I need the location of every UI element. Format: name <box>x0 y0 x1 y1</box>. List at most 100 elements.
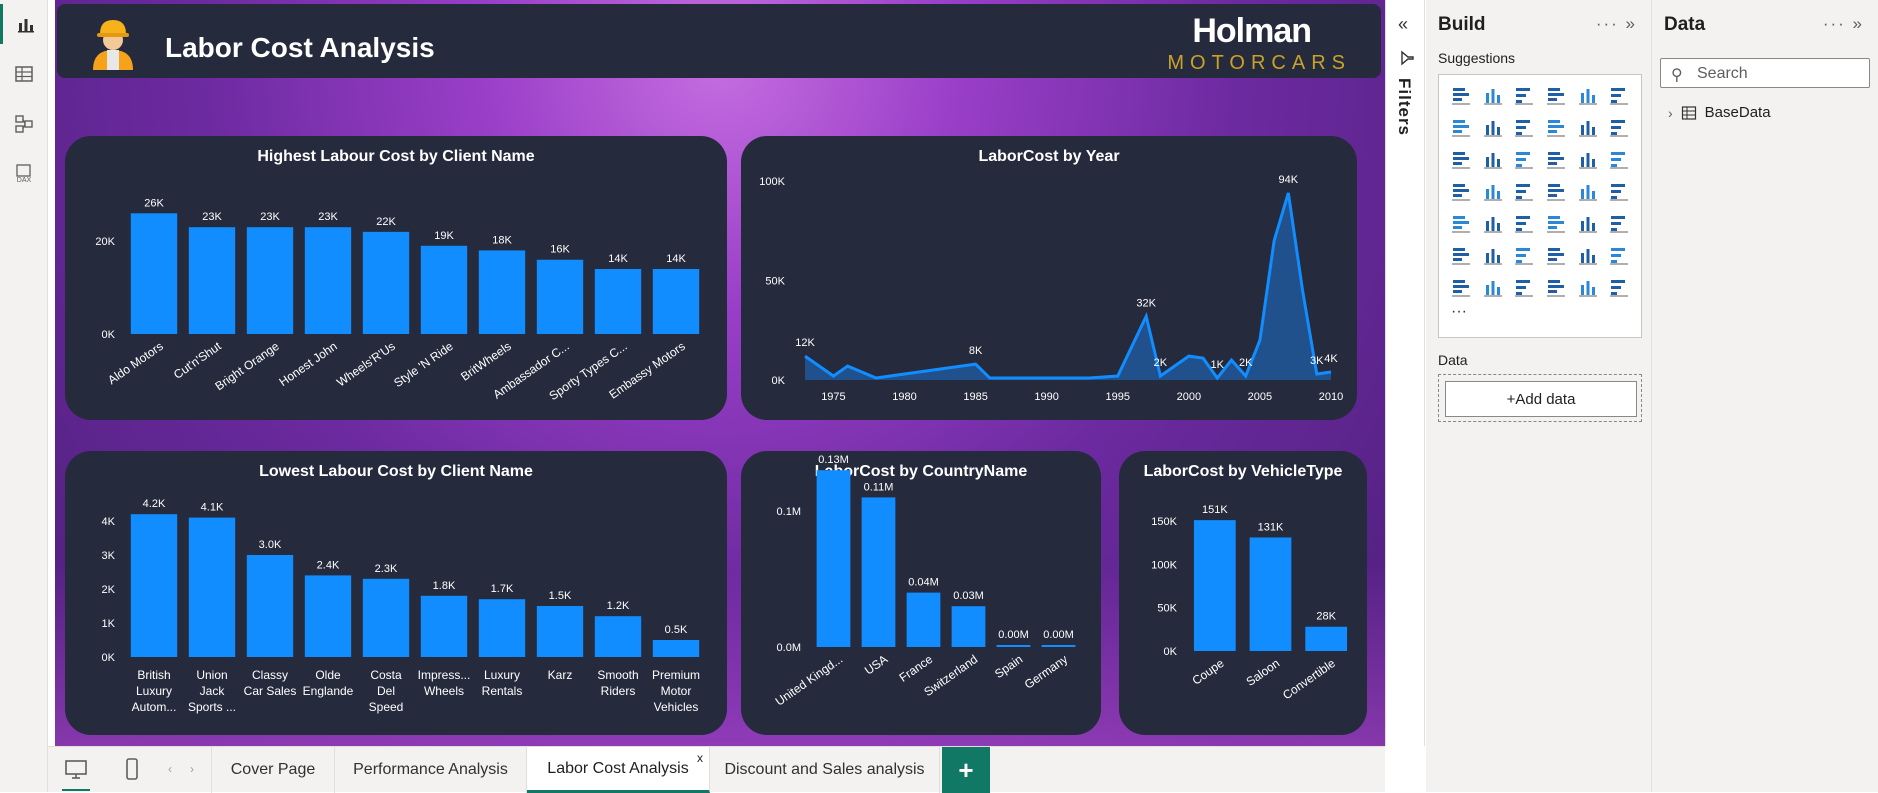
paginated-report-icon[interactable] <box>1445 271 1477 303</box>
x-tick-label: Spain <box>992 652 1025 681</box>
tab-label: Discount and Sales analysis <box>724 761 925 778</box>
expand-right-icon[interactable]: » <box>1626 14 1637 33</box>
qa-icon[interactable] <box>1540 239 1572 271</box>
multi-row-card-icon[interactable] <box>1445 207 1477 239</box>
scroll-right-icon[interactable]: › <box>178 755 206 783</box>
laborcost-by-year-chart[interactable]: LaborCost by Year 0K 50K 100K 1975 1980 1985 1… <box>741 136 1357 420</box>
kpi-icon-glyph <box>1483 217 1502 233</box>
100-stacked-column-icon[interactable] <box>1603 79 1635 111</box>
filters-pane[interactable]: « Filters <box>1385 0 1425 746</box>
decomposition-tree-icon[interactable] <box>1508 239 1540 271</box>
stacked-area-icon[interactable] <box>1508 111 1540 143</box>
highest-labour-cost-chart[interactable]: Highest Labour Cost by Client Name 0K 20K… <box>65 136 727 420</box>
laborcost-by-vehicletype-plot: 0K 50K 100K 150K 151K Coupe 131K Saloon 28K Conve… <box>1151 504 1348 702</box>
gauge-icon[interactable] <box>1572 175 1604 207</box>
glyph-bar <box>1452 280 1465 283</box>
r-visual-icon[interactable] <box>1603 207 1635 239</box>
bar <box>1193 520 1236 651</box>
glyph-axis <box>1578 135 1597 137</box>
glyph-bar <box>1547 162 1557 165</box>
100-stacked-column-icon-glyph <box>1610 88 1629 105</box>
clustered-bar-icon[interactable] <box>1508 79 1540 111</box>
more-options-icon[interactable]: ··· <box>1596 14 1619 33</box>
smart-narrative-icon[interactable] <box>1572 239 1604 271</box>
laborcost-by-vehicletype-chart[interactable]: LaborCost by VehicleType 0K 50K 100K 150K 15… <box>1119 451 1367 735</box>
y-tick-label: 0K <box>102 652 116 664</box>
glyph-bar <box>1452 125 1469 128</box>
glyph-bar <box>1591 255 1595 263</box>
line-chart-icon[interactable] <box>1445 111 1477 143</box>
chevron-visual-icon[interactable] <box>1603 271 1635 303</box>
tab-labor-cost-analysis[interactable]: Labor Cost Analysis x <box>527 747 710 793</box>
model-view-icon[interactable] <box>0 104 48 144</box>
power-bi-visual-icon-glyph <box>1578 281 1597 297</box>
desktop-view-icon[interactable] <box>62 755 90 783</box>
tab-cover-page[interactable]: Cover Page <box>211 747 335 793</box>
more-options-icon[interactable]: ··· <box>1823 14 1846 33</box>
bar <box>478 599 526 657</box>
waterfall-icon[interactable] <box>1445 143 1477 175</box>
funnel-icon[interactable] <box>1508 143 1540 175</box>
area-chart-icon[interactable] <box>1477 111 1509 143</box>
donut-chart-icon[interactable] <box>1603 143 1635 175</box>
pie-chart-icon[interactable] <box>1572 143 1604 175</box>
more-visuals-icon[interactable]: ··· <box>1445 303 1635 327</box>
power-apps-icon[interactable] <box>1477 271 1509 303</box>
stacked-bar-icon[interactable] <box>1445 79 1477 111</box>
metrics-icon[interactable] <box>1603 239 1635 271</box>
data-actions[interactable]: ··· » <box>1823 14 1864 34</box>
dax-query-icon[interactable]: DAX <box>0 154 48 194</box>
line-column-icon-glyph <box>1578 121 1597 137</box>
table-view-icon[interactable] <box>0 54 48 94</box>
chevron-right-icon[interactable]: › <box>1668 105 1673 121</box>
key-influencers-icon[interactable] <box>1477 239 1509 271</box>
dax-label: DAX <box>17 177 32 184</box>
y-tick-label: 0K <box>772 375 786 387</box>
add-data-button[interactable]: +Add data <box>1445 381 1637 417</box>
line-column-icon[interactable] <box>1572 111 1604 143</box>
slicer-icon-glyph <box>1515 216 1534 233</box>
add-page-button[interactable]: + <box>942 747 990 793</box>
100-stacked-bar-icon[interactable] <box>1572 79 1604 111</box>
filled-map-icon[interactable] <box>1508 175 1540 207</box>
tab-discount-and-sales[interactable]: Discount and Sales analysis <box>710 747 940 793</box>
lowest-labour-cost-chart[interactable]: Lowest Labour Cost by Client Name 0K 1K 2K… <box>65 451 727 735</box>
area-fill <box>805 192 1331 380</box>
scatter-icon[interactable] <box>1540 143 1572 175</box>
treemap-icon[interactable] <box>1445 175 1477 207</box>
search-input[interactable]: ⚲ Search <box>1660 58 1870 88</box>
slicer-icon[interactable] <box>1508 207 1540 239</box>
tab-performance-analysis[interactable]: Performance Analysis <box>335 747 527 793</box>
table-item-basedata[interactable]: › BaseData <box>1668 104 1771 121</box>
clustered-column-icon[interactable] <box>1540 79 1572 111</box>
glyph-bar <box>1591 159 1595 167</box>
card-icon[interactable] <box>1603 175 1635 207</box>
azure-map-icon[interactable] <box>1540 175 1572 207</box>
report-view-icon[interactable] <box>0 4 48 44</box>
stacked-column-icon[interactable] <box>1477 79 1509 111</box>
x-tick-label: Style 'N Ride <box>391 339 456 390</box>
glyph-bar <box>1452 93 1469 96</box>
build-actions[interactable]: ··· » <box>1596 14 1637 34</box>
table-icon[interactable] <box>1540 207 1572 239</box>
power-automate-icon[interactable] <box>1508 271 1540 303</box>
laborcost-by-country-chart[interactable]: LaborCost by CountryName 0.0M 0.1M 0.13M Un… <box>741 451 1101 735</box>
y-tick-label: 20K <box>95 236 115 248</box>
close-tab-icon[interactable]: x <box>697 751 703 765</box>
expand-right-icon[interactable]: » <box>1853 14 1864 33</box>
azure-map-icon-glyph <box>1546 184 1565 201</box>
column-combo-icon-glyph <box>1483 153 1502 169</box>
map-icon[interactable] <box>1477 175 1509 207</box>
power-bi-visual-icon[interactable] <box>1572 271 1604 303</box>
matrix-icon[interactable] <box>1572 207 1604 239</box>
glyph-bar <box>1485 93 1489 103</box>
custom-visual-icon[interactable] <box>1540 271 1572 303</box>
line-stacked-column-icon[interactable] <box>1603 111 1635 143</box>
kpi-icon[interactable] <box>1477 207 1509 239</box>
ribbon-chart-icon[interactable] <box>1540 111 1572 143</box>
column-combo-icon[interactable] <box>1477 143 1509 175</box>
mobile-view-icon[interactable] <box>118 755 146 783</box>
collapse-left-icon[interactable]: « <box>1398 14 1408 35</box>
glyph-bar <box>1491 249 1494 263</box>
python-visual-icon[interactable] <box>1445 239 1477 271</box>
